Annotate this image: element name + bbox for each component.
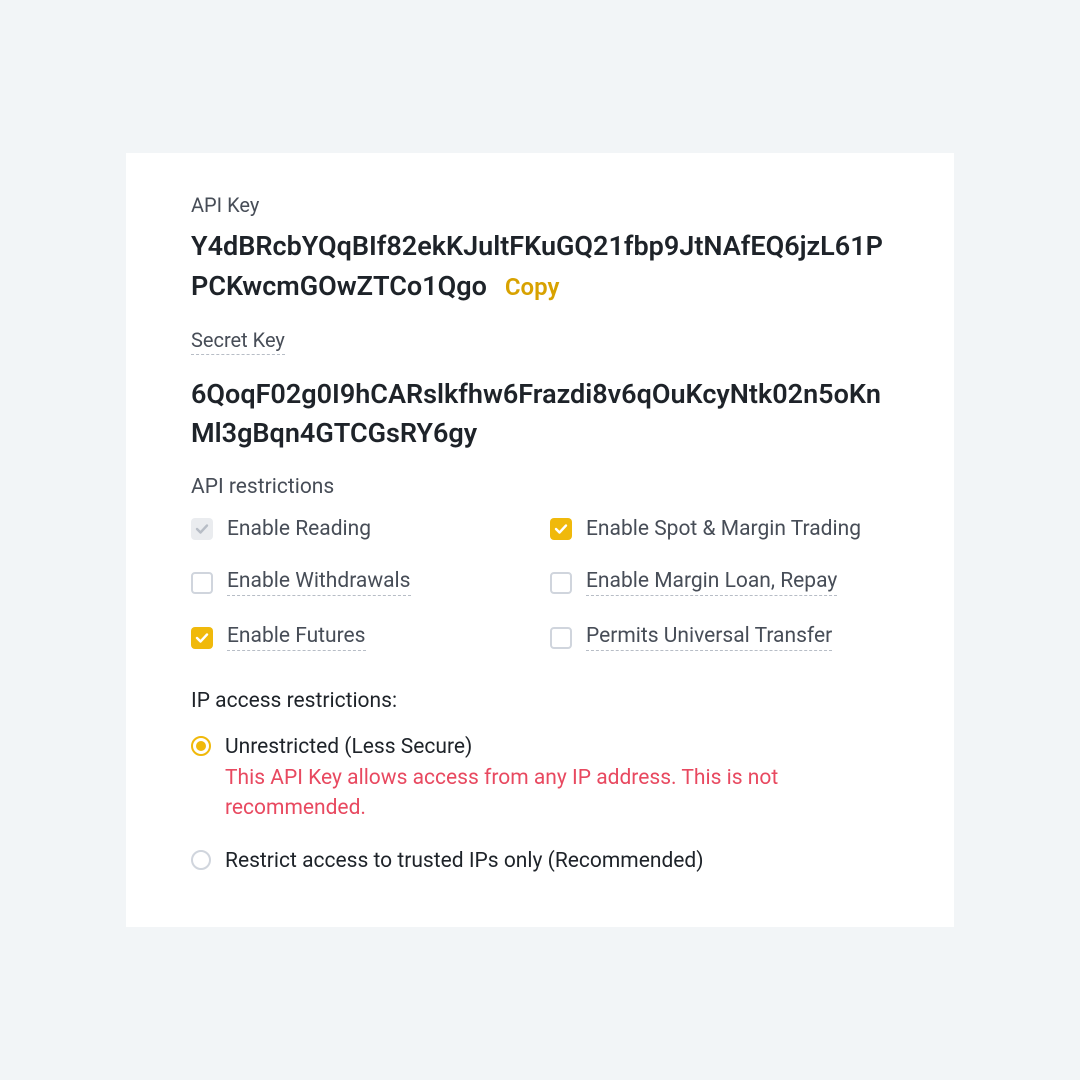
api-settings-card: API Key Y4dBRcbYQqBIf82ekKJultFKuGQ21fbp… — [126, 153, 954, 926]
ip-option-2-label: Restrict access to trusted IPs only (Rec… — [225, 847, 704, 876]
copy-button[interactable]: Copy — [505, 273, 560, 301]
ip-option-1-label: Unrestricted (Less Secure) — [225, 733, 889, 762]
restriction-label: Permits Universal Transfer — [586, 624, 832, 651]
restriction-label: Enable Margin Loan, Repay — [586, 569, 837, 596]
checkbox-icon — [550, 518, 572, 540]
checkbox-icon — [191, 627, 213, 649]
secret-key-label-wrap: Secret Key — [191, 328, 889, 365]
api-restrictions-title: API restrictions — [191, 475, 889, 499]
restriction-item[interactable]: Permits Universal Transfer — [550, 624, 889, 651]
api-key-label: API Key — [191, 193, 259, 217]
restrictions-grid: Enable Reading Enable Spot & Margin Tradi… — [191, 517, 889, 651]
secret-key-value: 6QoqF02g0I9hCARslkfhw6Frazdi8v6qOuKcyNtk… — [191, 375, 889, 453]
restriction-label: Enable Futures — [227, 624, 366, 651]
api-key-value-row: Y4dBRcbYQqBIf82ekKJultFKuGQ21fbp9JtNAfEQ… — [191, 227, 889, 305]
checkbox-icon — [550, 627, 572, 649]
checkbox-icon — [550, 572, 572, 594]
restriction-label: Enable Withdrawals — [227, 569, 411, 596]
ip-restrictions-title: IP access restrictions: — [191, 689, 889, 713]
ip-option-1-warning: This API Key allows access from any IP a… — [225, 764, 889, 823]
restriction-label: Enable Spot & Margin Trading — [586, 517, 861, 541]
restriction-item[interactable]: Enable Futures — [191, 624, 530, 651]
secret-key-label: Secret Key — [191, 328, 285, 355]
checkbox-icon — [191, 572, 213, 594]
restriction-label: Enable Reading — [227, 517, 371, 541]
ip-option-unrestricted[interactable]: Unrestricted (Less Secure) This API Key … — [191, 733, 889, 823]
radio-selected-icon — [191, 736, 211, 756]
ip-option-restricted[interactable]: Restrict access to trusted IPs only (Rec… — [191, 847, 889, 876]
restriction-item[interactable]: Enable Spot & Margin Trading — [550, 517, 889, 541]
restriction-item[interactable]: Enable Margin Loan, Repay — [550, 569, 889, 596]
restriction-item[interactable]: Enable Withdrawals — [191, 569, 530, 596]
checkbox-icon — [191, 518, 213, 540]
restriction-item[interactable]: Enable Reading — [191, 517, 530, 541]
radio-unselected-icon — [191, 850, 211, 870]
ip-option-1-text: Unrestricted (Less Secure) This API Key … — [225, 733, 889, 823]
